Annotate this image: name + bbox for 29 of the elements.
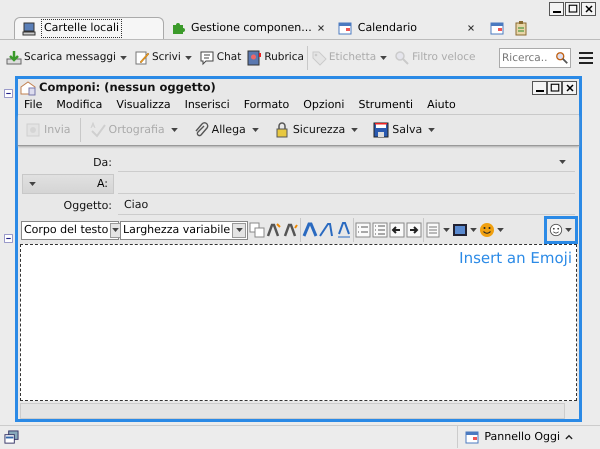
- tab[interactable]: Gestione componen...: [164, 17, 331, 39]
- menu-item[interactable]: Visualizza: [116, 96, 171, 114]
- dropdown[interactable]: Corpo del testo: [21, 220, 119, 240]
- input-field[interactable]: Ciao: [118, 196, 575, 216]
- toolbar-button[interactable]: Rubrica: [244, 48, 306, 68]
- toolbar-button[interactable]: Allega: [190, 120, 265, 140]
- toolbar-button[interactable]: Chat: [196, 48, 244, 68]
- window-title: Componi: (nessun oggetto): [39, 78, 216, 96]
- field-label: Da:: [92, 154, 113, 170]
- toolbar-button[interactable]: Sicurezza: [270, 120, 364, 140]
- menu-item[interactable]: Formato: [244, 96, 290, 114]
- menu-item[interactable]: Opzioni: [303, 96, 344, 114]
- toolbar-button[interactable]: Scrivi: [132, 48, 196, 68]
- annotation-label: Insert an Emoji: [459, 248, 572, 268]
- recipient-type-dropdown[interactable]: A:: [22, 174, 114, 194]
- dropdown[interactable]: Larghezza variabile: [120, 220, 248, 240]
- tab[interactable]: Cartelle locali: [14, 17, 164, 39]
- menu-item[interactable]: Inserisci: [184, 96, 230, 114]
- search-field[interactable]: Ricerca..: [499, 48, 571, 68]
- menu-item[interactable]: File: [24, 96, 42, 114]
- field-label: Oggetto:: [62, 198, 113, 214]
- toolbar-button[interactable]: Scarica messaggi: [4, 48, 131, 68]
- tab[interactable]: Calendario: [330, 17, 481, 39]
- menu-item[interactable]: Modifica: [56, 96, 102, 114]
- menu-item[interactable]: Aiuto: [427, 96, 456, 114]
- toolbar-button[interactable]: Salva: [370, 120, 442, 140]
- menu-item[interactable]: Strumenti: [358, 96, 414, 114]
- today-pane-button[interactable]: Pannello Oggi: [457, 426, 580, 448]
- message-body[interactable]: Insert an Emoji: [20, 244, 577, 401]
